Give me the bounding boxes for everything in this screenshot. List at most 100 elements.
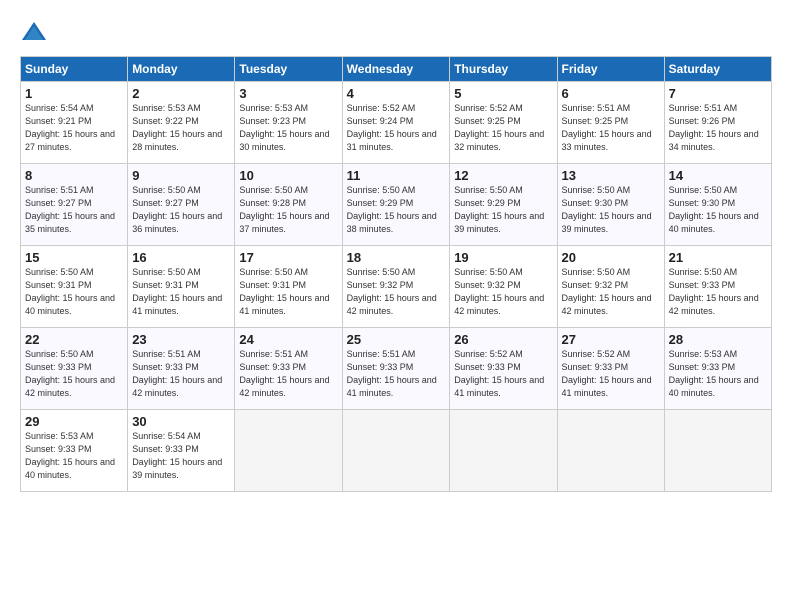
day-info: Sunrise: 5:51 AMSunset: 9:26 PMDaylight:… bbox=[669, 102, 767, 154]
week-row-5: 29Sunrise: 5:53 AMSunset: 9:33 PMDayligh… bbox=[21, 410, 772, 492]
day-info: Sunrise: 5:52 AMSunset: 9:33 PMDaylight:… bbox=[562, 348, 660, 400]
day-cell bbox=[664, 410, 771, 492]
day-cell: 8Sunrise: 5:51 AMSunset: 9:27 PMDaylight… bbox=[21, 164, 128, 246]
day-info: Sunrise: 5:50 AMSunset: 9:33 PMDaylight:… bbox=[669, 266, 767, 318]
week-row-2: 8Sunrise: 5:51 AMSunset: 9:27 PMDaylight… bbox=[21, 164, 772, 246]
day-number: 25 bbox=[347, 332, 446, 347]
day-info: Sunrise: 5:53 AMSunset: 9:23 PMDaylight:… bbox=[239, 102, 337, 154]
day-cell: 14Sunrise: 5:50 AMSunset: 9:30 PMDayligh… bbox=[664, 164, 771, 246]
day-cell: 2Sunrise: 5:53 AMSunset: 9:22 PMDaylight… bbox=[128, 82, 235, 164]
day-cell: 22Sunrise: 5:50 AMSunset: 9:33 PMDayligh… bbox=[21, 328, 128, 410]
calendar: SundayMondayTuesdayWednesdayThursdayFrid… bbox=[20, 56, 772, 492]
day-number: 11 bbox=[347, 168, 446, 183]
day-info: Sunrise: 5:50 AMSunset: 9:31 PMDaylight:… bbox=[239, 266, 337, 318]
col-header-sunday: Sunday bbox=[21, 57, 128, 82]
day-number: 24 bbox=[239, 332, 337, 347]
day-cell bbox=[235, 410, 342, 492]
day-number: 13 bbox=[562, 168, 660, 183]
day-cell: 4Sunrise: 5:52 AMSunset: 9:24 PMDaylight… bbox=[342, 82, 450, 164]
day-number: 12 bbox=[454, 168, 552, 183]
day-cell: 9Sunrise: 5:50 AMSunset: 9:27 PMDaylight… bbox=[128, 164, 235, 246]
day-number: 23 bbox=[132, 332, 230, 347]
day-cell: 15Sunrise: 5:50 AMSunset: 9:31 PMDayligh… bbox=[21, 246, 128, 328]
day-cell: 30Sunrise: 5:54 AMSunset: 9:33 PMDayligh… bbox=[128, 410, 235, 492]
day-cell: 27Sunrise: 5:52 AMSunset: 9:33 PMDayligh… bbox=[557, 328, 664, 410]
day-number: 9 bbox=[132, 168, 230, 183]
day-number: 8 bbox=[25, 168, 123, 183]
day-info: Sunrise: 5:50 AMSunset: 9:30 PMDaylight:… bbox=[562, 184, 660, 236]
col-header-saturday: Saturday bbox=[664, 57, 771, 82]
day-number: 4 bbox=[347, 86, 446, 101]
day-number: 20 bbox=[562, 250, 660, 265]
day-info: Sunrise: 5:51 AMSunset: 9:27 PMDaylight:… bbox=[25, 184, 123, 236]
day-number: 15 bbox=[25, 250, 123, 265]
header bbox=[20, 18, 772, 46]
day-number: 3 bbox=[239, 86, 337, 101]
day-number: 21 bbox=[669, 250, 767, 265]
day-cell: 10Sunrise: 5:50 AMSunset: 9:28 PMDayligh… bbox=[235, 164, 342, 246]
col-header-tuesday: Tuesday bbox=[235, 57, 342, 82]
day-cell bbox=[342, 410, 450, 492]
calendar-header-row: SundayMondayTuesdayWednesdayThursdayFrid… bbox=[21, 57, 772, 82]
day-cell: 25Sunrise: 5:51 AMSunset: 9:33 PMDayligh… bbox=[342, 328, 450, 410]
day-info: Sunrise: 5:50 AMSunset: 9:33 PMDaylight:… bbox=[25, 348, 123, 400]
col-header-wednesday: Wednesday bbox=[342, 57, 450, 82]
day-info: Sunrise: 5:50 AMSunset: 9:27 PMDaylight:… bbox=[132, 184, 230, 236]
day-info: Sunrise: 5:52 AMSunset: 9:24 PMDaylight:… bbox=[347, 102, 446, 154]
week-row-4: 22Sunrise: 5:50 AMSunset: 9:33 PMDayligh… bbox=[21, 328, 772, 410]
day-number: 26 bbox=[454, 332, 552, 347]
day-cell: 3Sunrise: 5:53 AMSunset: 9:23 PMDaylight… bbox=[235, 82, 342, 164]
day-cell: 24Sunrise: 5:51 AMSunset: 9:33 PMDayligh… bbox=[235, 328, 342, 410]
day-number: 1 bbox=[25, 86, 123, 101]
day-number: 10 bbox=[239, 168, 337, 183]
day-cell: 29Sunrise: 5:53 AMSunset: 9:33 PMDayligh… bbox=[21, 410, 128, 492]
day-number: 19 bbox=[454, 250, 552, 265]
col-header-monday: Monday bbox=[128, 57, 235, 82]
day-info: Sunrise: 5:50 AMSunset: 9:30 PMDaylight:… bbox=[669, 184, 767, 236]
day-cell: 6Sunrise: 5:51 AMSunset: 9:25 PMDaylight… bbox=[557, 82, 664, 164]
day-cell: 18Sunrise: 5:50 AMSunset: 9:32 PMDayligh… bbox=[342, 246, 450, 328]
day-cell: 28Sunrise: 5:53 AMSunset: 9:33 PMDayligh… bbox=[664, 328, 771, 410]
logo bbox=[20, 18, 53, 46]
day-info: Sunrise: 5:53 AMSunset: 9:22 PMDaylight:… bbox=[132, 102, 230, 154]
day-number: 18 bbox=[347, 250, 446, 265]
day-info: Sunrise: 5:50 AMSunset: 9:32 PMDaylight:… bbox=[347, 266, 446, 318]
day-info: Sunrise: 5:50 AMSunset: 9:28 PMDaylight:… bbox=[239, 184, 337, 236]
week-row-1: 1Sunrise: 5:54 AMSunset: 9:21 PMDaylight… bbox=[21, 82, 772, 164]
day-info: Sunrise: 5:50 AMSunset: 9:32 PMDaylight:… bbox=[454, 266, 552, 318]
day-cell: 13Sunrise: 5:50 AMSunset: 9:30 PMDayligh… bbox=[557, 164, 664, 246]
day-number: 2 bbox=[132, 86, 230, 101]
day-info: Sunrise: 5:50 AMSunset: 9:29 PMDaylight:… bbox=[347, 184, 446, 236]
logo-icon bbox=[20, 18, 48, 46]
day-cell: 23Sunrise: 5:51 AMSunset: 9:33 PMDayligh… bbox=[128, 328, 235, 410]
day-info: Sunrise: 5:50 AMSunset: 9:32 PMDaylight:… bbox=[562, 266, 660, 318]
day-info: Sunrise: 5:51 AMSunset: 9:33 PMDaylight:… bbox=[347, 348, 446, 400]
day-number: 29 bbox=[25, 414, 123, 429]
day-cell: 12Sunrise: 5:50 AMSunset: 9:29 PMDayligh… bbox=[450, 164, 557, 246]
col-header-thursday: Thursday bbox=[450, 57, 557, 82]
day-cell: 21Sunrise: 5:50 AMSunset: 9:33 PMDayligh… bbox=[664, 246, 771, 328]
day-number: 22 bbox=[25, 332, 123, 347]
day-cell bbox=[557, 410, 664, 492]
day-cell bbox=[450, 410, 557, 492]
col-header-friday: Friday bbox=[557, 57, 664, 82]
day-info: Sunrise: 5:50 AMSunset: 9:29 PMDaylight:… bbox=[454, 184, 552, 236]
day-number: 28 bbox=[669, 332, 767, 347]
day-info: Sunrise: 5:51 AMSunset: 9:33 PMDaylight:… bbox=[132, 348, 230, 400]
day-info: Sunrise: 5:53 AMSunset: 9:33 PMDaylight:… bbox=[669, 348, 767, 400]
day-number: 27 bbox=[562, 332, 660, 347]
day-cell: 5Sunrise: 5:52 AMSunset: 9:25 PMDaylight… bbox=[450, 82, 557, 164]
day-cell: 20Sunrise: 5:50 AMSunset: 9:32 PMDayligh… bbox=[557, 246, 664, 328]
page: SundayMondayTuesdayWednesdayThursdayFrid… bbox=[0, 0, 792, 612]
day-cell: 7Sunrise: 5:51 AMSunset: 9:26 PMDaylight… bbox=[664, 82, 771, 164]
day-info: Sunrise: 5:50 AMSunset: 9:31 PMDaylight:… bbox=[132, 266, 230, 318]
day-info: Sunrise: 5:51 AMSunset: 9:25 PMDaylight:… bbox=[562, 102, 660, 154]
day-cell: 11Sunrise: 5:50 AMSunset: 9:29 PMDayligh… bbox=[342, 164, 450, 246]
day-info: Sunrise: 5:50 AMSunset: 9:31 PMDaylight:… bbox=[25, 266, 123, 318]
week-row-3: 15Sunrise: 5:50 AMSunset: 9:31 PMDayligh… bbox=[21, 246, 772, 328]
day-number: 7 bbox=[669, 86, 767, 101]
day-cell: 16Sunrise: 5:50 AMSunset: 9:31 PMDayligh… bbox=[128, 246, 235, 328]
day-info: Sunrise: 5:52 AMSunset: 9:25 PMDaylight:… bbox=[454, 102, 552, 154]
day-cell: 1Sunrise: 5:54 AMSunset: 9:21 PMDaylight… bbox=[21, 82, 128, 164]
day-number: 16 bbox=[132, 250, 230, 265]
